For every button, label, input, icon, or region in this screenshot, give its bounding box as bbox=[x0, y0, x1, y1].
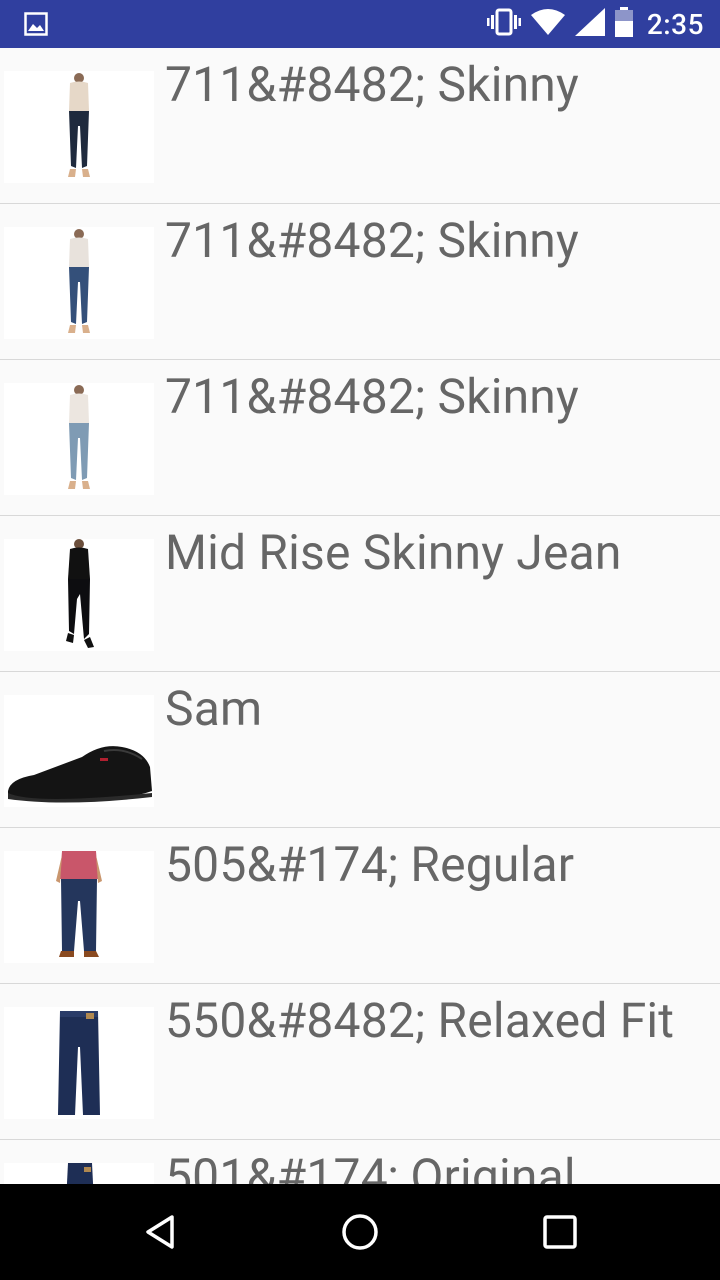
clock: 2:35 bbox=[646, 7, 704, 41]
product-title: 550&#8482; Relaxed Fit bbox=[165, 992, 675, 1049]
navigation-bar bbox=[0, 1184, 720, 1280]
relaxed-jeans-image bbox=[4, 1007, 154, 1119]
battery-icon bbox=[614, 7, 633, 41]
back-icon[interactable] bbox=[140, 1212, 180, 1252]
recents-icon[interactable] bbox=[540, 1212, 580, 1252]
product-row[interactable]: 711&#8482; Skinny bbox=[0, 48, 720, 204]
product-title: Mid Rise Skinny Jean bbox=[165, 524, 622, 581]
wifi-icon bbox=[530, 8, 565, 40]
home-icon[interactable] bbox=[340, 1212, 380, 1252]
black-slip-on-shoe-image bbox=[4, 695, 154, 807]
product-row[interactable]: 505&#174; Regular bbox=[0, 828, 720, 984]
product-title: 501&#174; Original bbox=[165, 1148, 576, 1184]
original-jeans-image bbox=[4, 1163, 154, 1184]
image-notification-icon bbox=[24, 12, 48, 40]
status-bar: 2:35 bbox=[0, 0, 720, 48]
product-title: 505&#174; Regular bbox=[165, 836, 575, 893]
product-row[interactable]: Sam bbox=[0, 672, 720, 828]
product-row[interactable]: 711&#8482; Skinny bbox=[0, 360, 720, 516]
regular-jeans-image bbox=[4, 851, 154, 963]
dark-skinny-jeans-image bbox=[4, 71, 154, 183]
black-skinny-jeans-image bbox=[4, 539, 154, 651]
product-title: Sam bbox=[165, 680, 263, 737]
vibrate-icon bbox=[486, 8, 521, 40]
product-row[interactable]: 550&#8482; Relaxed Fit bbox=[0, 984, 720, 1140]
product-title: 711&#8482; Skinny bbox=[165, 56, 579, 113]
product-list[interactable]: 711&#8482; Skinny 711&#8482; Skinny 711& bbox=[0, 48, 720, 1184]
product-title: 711&#8482; Skinny bbox=[165, 212, 579, 269]
product-title: 711&#8482; Skinny bbox=[165, 368, 579, 425]
product-row[interactable]: 711&#8482; Skinny bbox=[0, 204, 720, 360]
product-row[interactable]: Mid Rise Skinny Jean bbox=[0, 516, 720, 672]
signal-icon bbox=[574, 8, 605, 40]
product-row[interactable]: 501&#174; Original bbox=[0, 1140, 720, 1184]
medium-skinny-jeans-image bbox=[4, 227, 154, 339]
light-skinny-jeans-image bbox=[4, 383, 154, 495]
